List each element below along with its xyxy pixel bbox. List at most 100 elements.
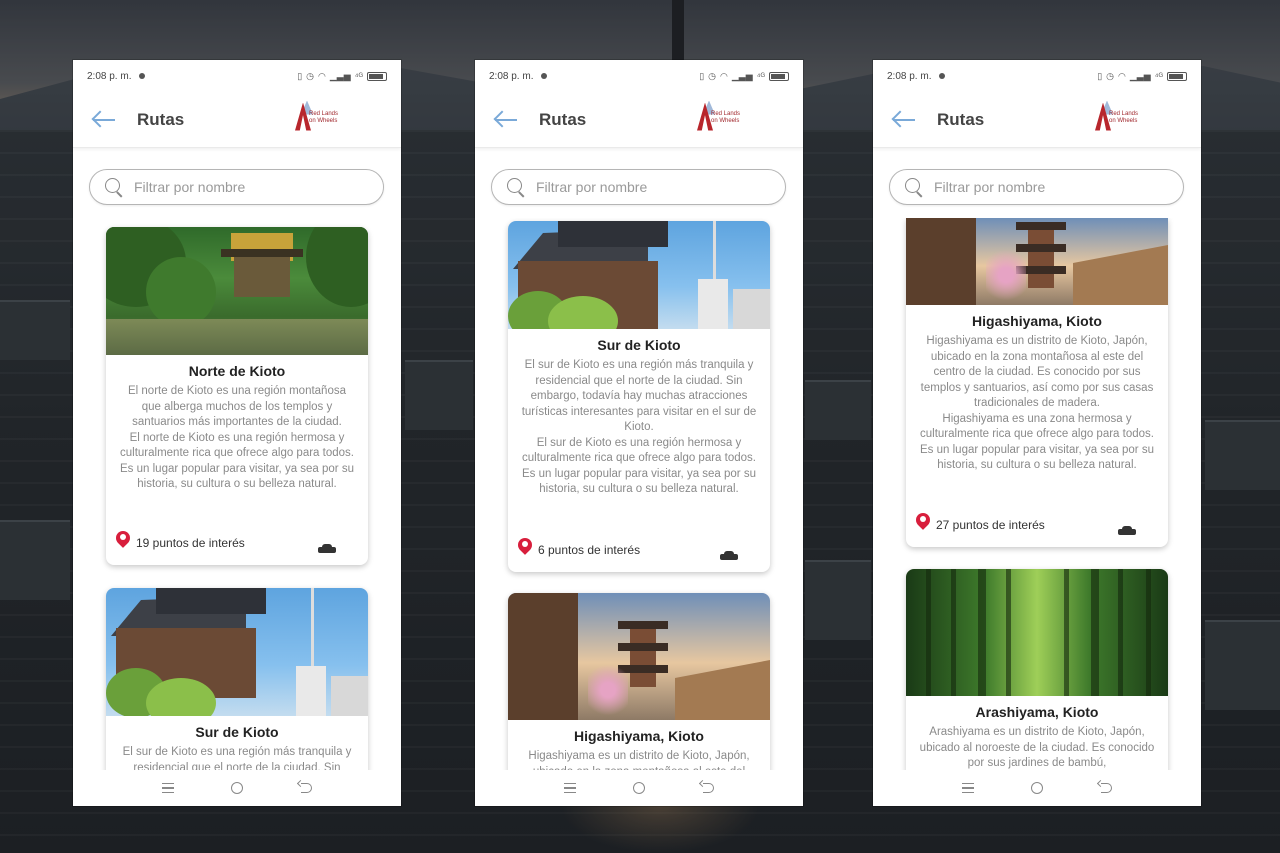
route-card[interactable]: Higashiyama, Kioto Higashiyama es un dis…	[906, 218, 1168, 547]
car-icon	[720, 551, 738, 561]
route-description: Higashiyama es un distrito de Kioto, Jap…	[920, 335, 1154, 471]
brand-logo: Red Lands on Wheels	[693, 99, 745, 141]
battery-icon	[367, 71, 387, 81]
battery-icon	[1167, 71, 1187, 81]
phone-screen-2: 2:08 p. m. ▯ ◷ ◠ ▁▃▅ ⁴ᴳ Rutas Red Lands …	[475, 60, 803, 806]
search-icon	[904, 177, 924, 197]
route-card[interactable]: Norte de Kioto El norte de Kioto es una …	[106, 227, 368, 565]
home-icon[interactable]	[633, 782, 646, 794]
search-input[interactable]	[536, 179, 756, 195]
route-card[interactable]: Sur de Kioto El sur de Kioto es una regi…	[508, 221, 770, 572]
search-bar[interactable]	[491, 169, 786, 205]
search-input[interactable]	[934, 179, 1154, 195]
system-nav-bar	[873, 770, 1201, 806]
logo-text: Red Lands on Wheels	[309, 110, 339, 124]
route-description: El sur de Kioto es una región más tranqu…	[122, 746, 352, 770]
signal-icon: ▁▃▅	[329, 70, 351, 81]
logo-text: Red Lands on Wheels	[1109, 110, 1139, 124]
status-bar: 2:08 p. m. ▯ ◷ ◠ ▁▃▅ ⁴ᴳ	[475, 60, 803, 92]
wifi-icon: ◠	[720, 70, 728, 81]
car-icon	[1118, 526, 1136, 536]
notification-dot-icon	[939, 73, 946, 79]
logo-text: Red Lands on Wheels	[711, 110, 741, 124]
route-description: El norte de Kioto es una región montaños…	[120, 385, 354, 490]
route-title: Arashiyama, Kioto	[975, 704, 1099, 720]
signal-icon: ▁▃▅	[731, 70, 753, 81]
poi-count: 6 puntos de interés	[538, 543, 641, 557]
notification-dot-icon	[541, 73, 548, 79]
battery-icon	[769, 71, 789, 81]
route-title: Higashiyama, Kioto	[574, 728, 704, 744]
4g-icon: ⁴ᴳ	[756, 71, 765, 81]
route-description: Higashiyama es un distrito de Kioto, Jap…	[528, 750, 750, 770]
4g-icon: ⁴ᴳ	[1154, 71, 1163, 81]
vibrate-icon: ▯	[699, 70, 705, 81]
home-icon[interactable]	[1031, 782, 1044, 794]
car-icon	[318, 544, 336, 554]
search-icon	[104, 177, 124, 197]
app-bar: Rutas Red Lands on Wheels	[873, 92, 1201, 148]
route-list[interactable]: Norte de Kioto El norte de Kioto es una …	[73, 218, 401, 770]
status-icons: ▯ ◷ ◠ ▁▃▅ ⁴ᴳ	[1097, 71, 1187, 82]
route-card[interactable]: Higashiyama, Kioto Higashiyama es un dis…	[508, 593, 770, 770]
page-title: Rutas	[937, 109, 985, 129]
location-pin-icon	[116, 531, 130, 551]
brand-logo: Red Lands on Wheels	[1091, 99, 1143, 141]
route-title: Sur de Kioto	[195, 724, 279, 740]
route-card[interactable]: Sur de Kioto El sur de Kioto es una regi…	[106, 588, 368, 770]
menu-icon[interactable]	[961, 783, 974, 793]
poi-count: 27 puntos de interés	[936, 518, 1045, 532]
system-nav-bar	[475, 770, 803, 806]
signal-icon: ▁▃▅	[1129, 70, 1151, 81]
status-time: 2:08 p. m.	[87, 70, 132, 82]
route-description: El sur de Kioto es una región más tranqu…	[521, 359, 757, 495]
search-input[interactable]	[134, 179, 354, 195]
alarm-icon: ◷	[1106, 70, 1115, 81]
route-title: Higashiyama, Kioto	[972, 313, 1102, 329]
home-icon[interactable]	[231, 782, 244, 794]
phone-screen-1: 2:08 p. m. ▯ ◷ ◠ ▁▃▅ ⁴ᴳ Rutas Red Lands …	[73, 60, 401, 806]
page-title: Rutas	[137, 109, 185, 129]
4g-icon: ⁴ᴳ	[354, 71, 363, 81]
menu-icon[interactable]	[563, 783, 576, 793]
menu-icon[interactable]	[161, 783, 174, 793]
vibrate-icon: ▯	[1097, 70, 1103, 81]
route-image	[508, 221, 770, 329]
page-title: Rutas	[539, 109, 587, 129]
poi-count: 19 puntos de interés	[136, 536, 245, 550]
back-icon[interactable]	[703, 783, 715, 793]
route-image	[508, 593, 770, 720]
route-list[interactable]: Sur de Kioto El sur de Kioto es una regi…	[475, 218, 803, 770]
route-card[interactable]: Arashiyama, Kioto Arashiyama es un distr…	[906, 569, 1168, 770]
search-icon	[506, 177, 526, 197]
phone-screen-3: 2:08 p. m. ▯ ◷ ◠ ▁▃▅ ⁴ᴳ Rutas Red Lands …	[873, 60, 1201, 806]
route-description: Arashiyama es un distrito de Kioto, Japó…	[919, 726, 1155, 769]
status-icons: ▯ ◷ ◠ ▁▃▅ ⁴ᴳ	[699, 71, 789, 82]
notification-dot-icon	[139, 73, 146, 79]
route-list[interactable]: Higashiyama, Kioto Higashiyama es un dis…	[873, 218, 1201, 770]
wifi-icon: ◠	[318, 70, 326, 81]
status-time: 2:08 p. m.	[887, 70, 932, 82]
back-icon[interactable]	[1101, 783, 1113, 793]
card-footer: 19 puntos de interés	[106, 521, 368, 565]
search-bar[interactable]	[889, 169, 1184, 205]
system-nav-bar	[73, 770, 401, 806]
location-pin-icon	[518, 538, 532, 558]
app-bar: Rutas Red Lands on Wheels	[475, 92, 803, 148]
back-arrow-icon[interactable]	[91, 110, 117, 130]
route-image	[906, 569, 1168, 696]
status-icons: ▯ ◷ ◠ ▁▃▅ ⁴ᴳ	[297, 71, 387, 82]
search-bar[interactable]	[89, 169, 384, 205]
vibrate-icon: ▯	[297, 70, 303, 81]
status-time: 2:08 p. m.	[489, 70, 534, 82]
card-footer: 6 puntos de interés	[508, 528, 770, 572]
route-image	[906, 218, 1168, 305]
back-icon[interactable]	[301, 783, 313, 793]
route-image	[106, 588, 368, 716]
location-pin-icon	[916, 513, 930, 533]
brand-logo: Red Lands on Wheels	[291, 99, 343, 141]
route-title: Norte de Kioto	[188, 363, 286, 379]
back-arrow-icon[interactable]	[493, 110, 519, 130]
alarm-icon: ◷	[708, 70, 717, 81]
back-arrow-icon[interactable]	[891, 110, 917, 130]
